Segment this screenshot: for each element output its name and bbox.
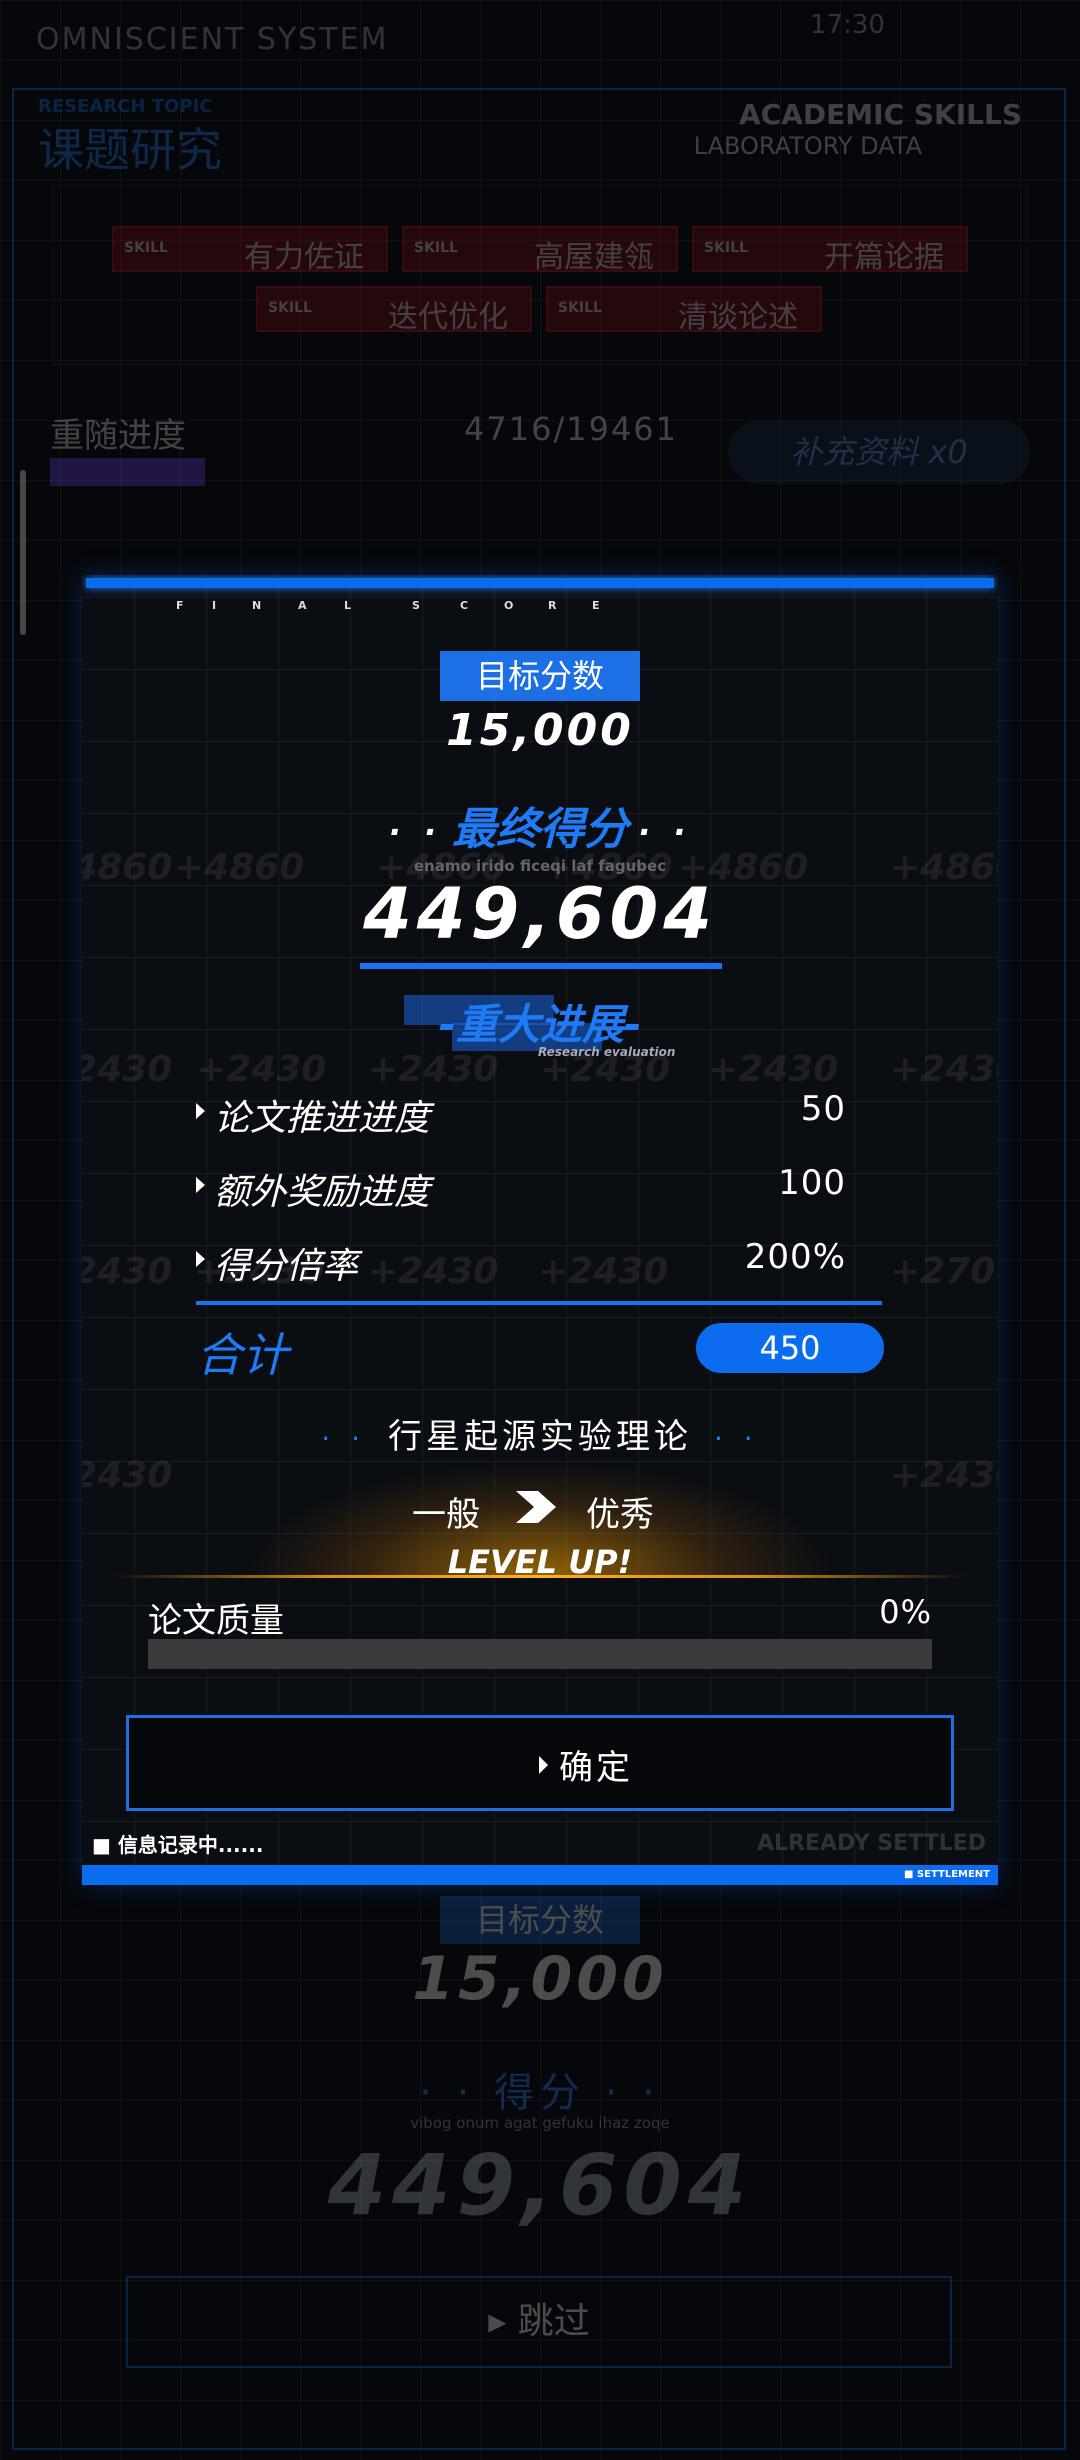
academic-skills-label: ACADEMIC SKILLS xyxy=(739,98,1022,131)
level-up-text: LEVEL UP! xyxy=(447,1543,633,1581)
supplement-button[interactable]: 补充资料 x0 xyxy=(728,420,1030,484)
skill-tag: SKILL xyxy=(558,300,602,316)
skill-name: 高屋建瓴 xyxy=(534,240,654,275)
status-bar: OMNISCIENT SYSTEM 17:30 xyxy=(0,0,1080,80)
quality-value: 0% xyxy=(879,1593,932,1631)
skill-tag: SKILL xyxy=(414,240,458,256)
final-score-letter: O xyxy=(504,599,514,612)
score-row-value: 100 xyxy=(778,1163,846,1203)
caret-right-icon xyxy=(196,1251,205,1267)
caret-right-icon xyxy=(539,1756,548,1774)
bg-score-subtitle: vibog onum agat gefuku ihaz zoqe xyxy=(410,2114,670,2132)
status-time: 17:30 xyxy=(810,10,885,40)
caret-right-icon xyxy=(196,1103,205,1119)
final-score-letter: A xyxy=(298,599,307,612)
final-score-letter: C xyxy=(460,599,469,612)
final-score-letter: E xyxy=(592,599,600,612)
ghost-score-value: +2430 xyxy=(890,1049,998,1090)
final-score-letter: S xyxy=(412,599,420,612)
bg-score-value: 449,604 xyxy=(327,2136,753,2234)
final-score-letters: FINALSCORE xyxy=(82,599,998,615)
recording-status: ■ 信息记录中...... xyxy=(92,1833,264,1857)
ghost-score-value: +2430 xyxy=(890,1455,998,1496)
target-score-value: 15,000 xyxy=(446,705,634,756)
skip-label: 跳过 xyxy=(517,2301,590,2342)
final-score-letter: R xyxy=(548,599,557,612)
final-score-modal: FINALSCORE +4860+4860+4860+4860+4860+486… xyxy=(82,575,998,1885)
progress-value: 4716/19461 xyxy=(464,410,679,448)
chevron-right-icon xyxy=(516,1491,556,1523)
score-row-value: 50 xyxy=(800,1089,846,1129)
skill-chip[interactable]: SKILL 清谈论述 xyxy=(546,286,822,335)
ghost-score-value: +2430 xyxy=(82,1455,173,1496)
final-score-value: 449,604 xyxy=(363,873,717,955)
settlement-label: ■ SETTLEMENT xyxy=(903,1869,990,1880)
final-score-letter: I xyxy=(212,599,217,612)
ghost-score-value: +2430 xyxy=(368,1049,499,1090)
final-score-title-text: 最终得分 xyxy=(452,804,628,855)
final-score-title: · · 最终得分 · · xyxy=(82,793,998,857)
score-row: 得分倍率 200% xyxy=(196,1235,846,1287)
score-row-label: 得分倍率 xyxy=(214,1246,359,1287)
sum-label: 合计 xyxy=(196,1328,288,1382)
modal-top-strip xyxy=(86,578,994,588)
score-row-value: 200% xyxy=(744,1237,846,1277)
quality-progress-bar xyxy=(148,1639,932,1669)
ghost-score-value: +270 xyxy=(890,1251,996,1292)
already-settled-label: ALREADY SETTLED xyxy=(757,1831,986,1856)
progress-label: 重随进度 xyxy=(50,416,186,456)
theory-title-text: 行星起源实验理论 xyxy=(388,1417,692,1457)
score-row-label: 论文推进进度 xyxy=(214,1098,431,1139)
sum-value: 450 xyxy=(696,1323,884,1373)
app-name: OMNISCIENT SYSTEM xyxy=(36,22,389,57)
final-score-letter: N xyxy=(252,599,262,612)
final-score-letter: F xyxy=(176,599,184,612)
caret-right-icon xyxy=(196,1177,205,1193)
sum-divider xyxy=(196,1301,882,1305)
confirm-label: 确定 xyxy=(559,1748,633,1788)
scrollbar[interactable] xyxy=(20,470,26,635)
skill-name: 有力佐证 xyxy=(244,240,364,275)
laboratory-data-label: LABORATORY DATA xyxy=(693,132,922,160)
skill-chip[interactable]: SKILL 有力佐证 xyxy=(112,226,388,275)
evaluation-title: -重大进展- xyxy=(438,1000,642,1049)
ghost-score-value: +2430 xyxy=(708,1049,839,1090)
target-score-badge: 目标分数 xyxy=(440,651,640,701)
bg-target-badge: 目标分数 xyxy=(440,1896,640,1944)
skill-chip[interactable]: SKILL 迭代优化 xyxy=(256,286,532,335)
level-to: 优秀 xyxy=(586,1495,654,1535)
evaluation-subtitle: Research evaluation xyxy=(538,1045,676,1059)
bg-score-title: · · 得分 · · xyxy=(419,2070,661,2116)
skip-button[interactable]: ▸ 跳过 xyxy=(126,2276,952,2368)
theory-dots-left: · · xyxy=(321,1422,366,1455)
quality-label: 论文质量 xyxy=(148,1601,284,1641)
research-topic-title: 课题研究 xyxy=(38,123,222,177)
ghost-score-value: +2430 xyxy=(196,1049,327,1090)
skill-name: 迭代优化 xyxy=(388,300,508,335)
skill-tag: SKILL xyxy=(704,240,748,256)
score-row: 论文推进进度 50 xyxy=(196,1087,846,1139)
modal-bottom-strip xyxy=(82,1865,998,1885)
level-from: 一般 xyxy=(412,1495,480,1535)
skill-name: 开篇论据 xyxy=(824,240,944,275)
score-row-label: 额外奖励进度 xyxy=(214,1172,431,1213)
theory-dots-right: · · xyxy=(714,1422,759,1455)
ghost-score-value: +2430 xyxy=(82,1049,173,1090)
score-row: 额外奖励进度 100 xyxy=(196,1161,846,1213)
theory-title: · · 行星起源实验理论 · · xyxy=(82,1409,998,1458)
final-score-underline xyxy=(360,963,722,969)
bg-target-value: 15,000 xyxy=(412,1944,668,2014)
skill-tag: SKILL xyxy=(124,240,168,256)
progress-bar xyxy=(50,458,205,486)
modal-grid xyxy=(82,575,998,1885)
ghost-score-value: +2430 xyxy=(82,1251,173,1292)
title-dots-left: · · xyxy=(388,813,442,851)
skill-chip[interactable]: SKILL 开篇论据 xyxy=(692,226,968,275)
confirm-button[interactable]: 确定 xyxy=(126,1715,954,1811)
skill-name: 清谈论述 xyxy=(678,300,798,335)
skill-chip[interactable]: SKILL 高屋建瓴 xyxy=(402,226,678,275)
skill-tag: SKILL xyxy=(268,300,312,316)
final-score-letter: L xyxy=(344,599,352,612)
title-dots-right: · · xyxy=(638,813,692,851)
